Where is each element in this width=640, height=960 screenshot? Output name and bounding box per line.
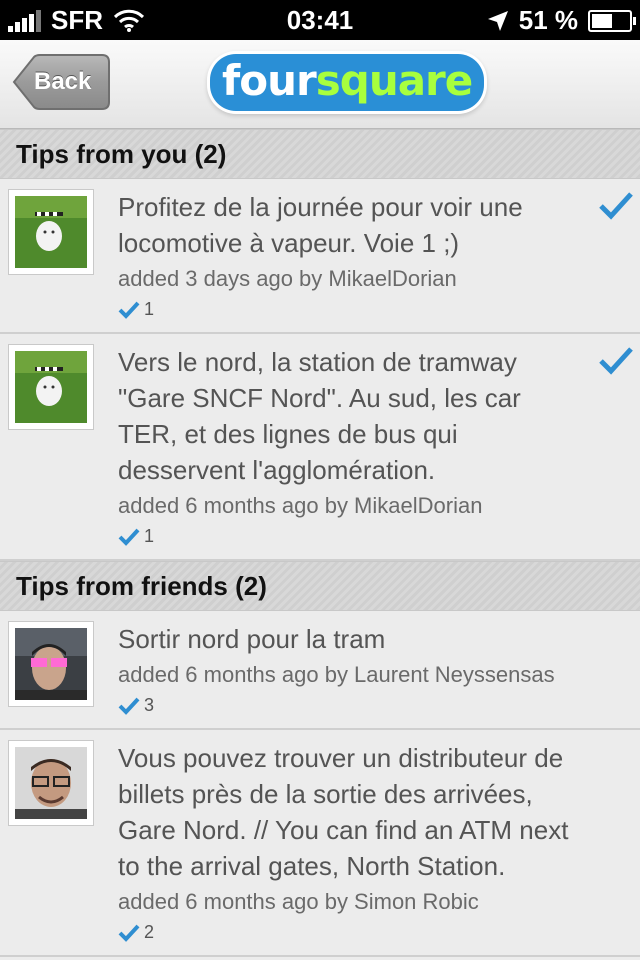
tip-text: Profitez de la journée pour voir une loc… (118, 192, 523, 258)
tip-row[interactable]: Vous pouvez trouver un distributeur de b… (0, 730, 640, 957)
battery-percent: 51 % (518, 5, 578, 35)
person-avatar-image (15, 747, 87, 819)
section-header-tips-from-friends: Tips from friends (2) (0, 561, 640, 611)
small-check-icon (118, 697, 140, 715)
battery-icon (588, 9, 636, 32)
done-count: 2 (118, 922, 570, 943)
foursquare-logo: foursquare (210, 54, 485, 114)
tip-row[interactable]: Sortir nord pour la tram added 6 months … (0, 611, 640, 730)
done-check-icon[interactable] (598, 191, 634, 221)
tip-text: Vers le nord, la station de tramway "Gar… (118, 347, 521, 485)
back-button[interactable]: Back (12, 54, 110, 110)
avatar[interactable] (8, 189, 94, 275)
robot-avatar-image (15, 196, 87, 268)
tip-author-meta: added 6 months ago by Laurent Neyssensas (118, 662, 555, 687)
tip-row[interactable]: Profitez de la journée pour voir une loc… (0, 179, 640, 334)
small-check-icon (118, 924, 140, 942)
tip-author-meta: added 6 months ago by Simon Robic (118, 889, 479, 914)
status-bar: SFR 03:41 51 % (0, 0, 640, 40)
tip-text: Vous pouvez trouver un distributeur de b… (118, 743, 569, 881)
done-count: 1 (118, 299, 570, 320)
avatar[interactable] (8, 344, 94, 430)
small-check-icon (118, 528, 140, 546)
tip-author-meta: added 6 months ago by MikaelDorian (118, 493, 483, 518)
section-header-tips-from-you: Tips from you (2) (0, 129, 640, 179)
location-arrow-icon (487, 10, 508, 31)
avatar[interactable] (8, 621, 94, 707)
done-check-icon[interactable] (598, 346, 634, 376)
tip-author-meta: added 3 days ago by MikaelDorian (118, 266, 457, 291)
tip-text: Sortir nord pour la tram (118, 624, 386, 654)
done-count: 1 (118, 526, 570, 547)
robot-avatar-image (15, 351, 87, 423)
done-count: 3 (118, 695, 570, 716)
tip-row[interactable]: Vers le nord, la station de tramway "Gar… (0, 334, 640, 561)
person-avatar-image (15, 628, 87, 700)
small-check-icon (118, 301, 140, 319)
navigation-bar: Back foursquare (0, 40, 640, 129)
avatar[interactable] (8, 740, 94, 826)
back-button-label: Back (34, 68, 92, 95)
